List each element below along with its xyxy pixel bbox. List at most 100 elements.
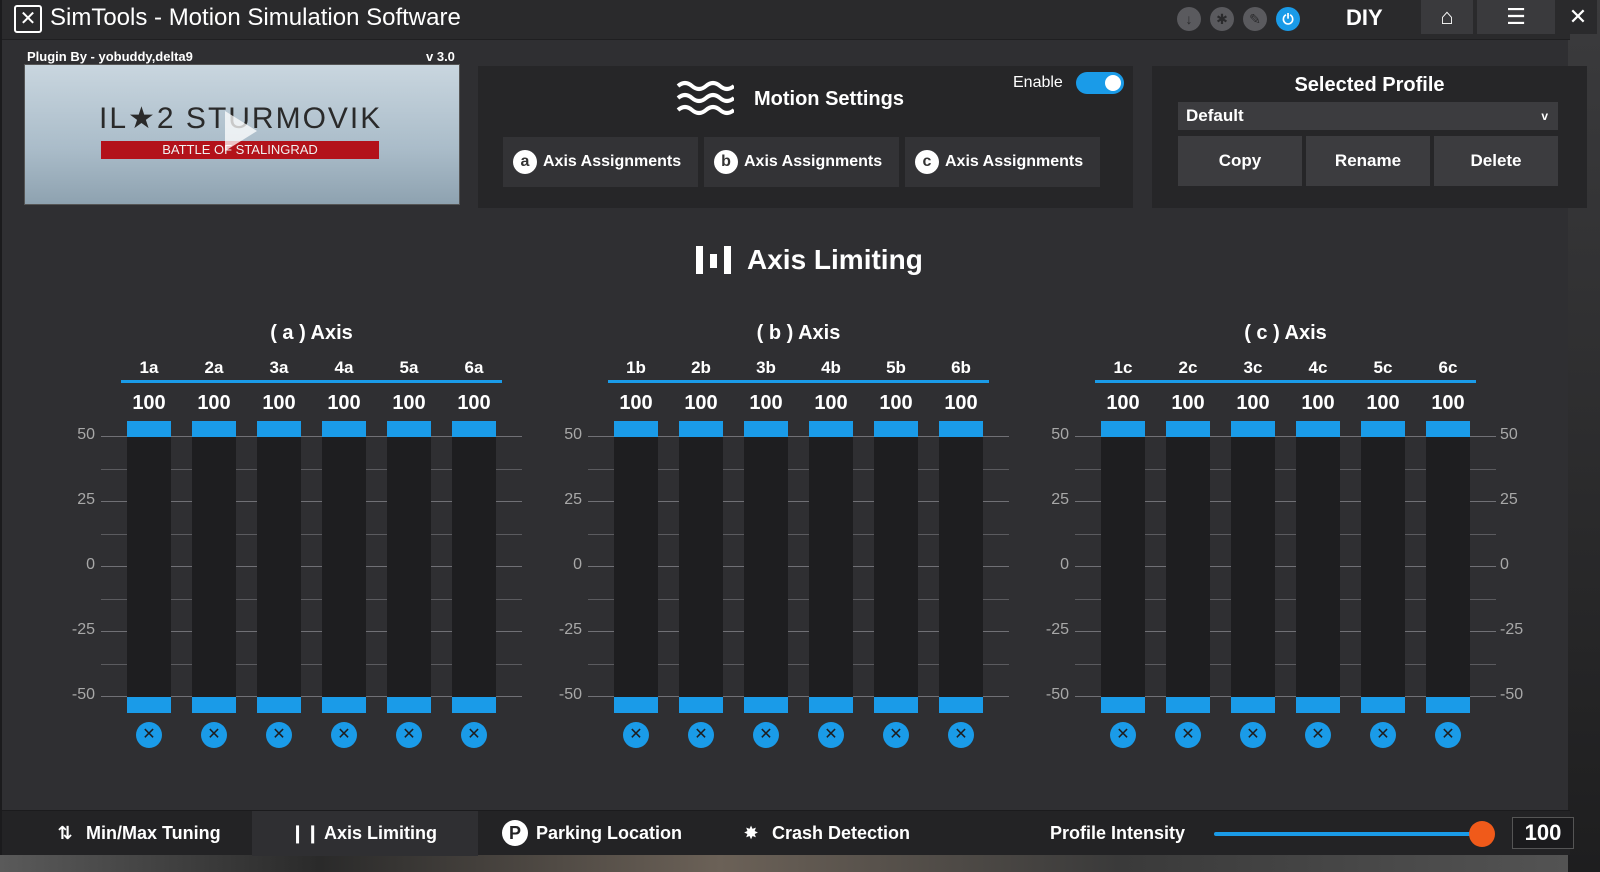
reset-icon[interactable]: ✕ xyxy=(136,722,162,748)
channel-limit-slider[interactable] xyxy=(1166,421,1210,713)
menu-button[interactable]: ☰ xyxy=(1477,0,1555,34)
channel-limit-slider[interactable] xyxy=(192,421,236,713)
lower-limit-handle[interactable] xyxy=(874,697,918,713)
axis-assignments-a-button[interactable]: a Axis Assignments xyxy=(503,137,698,187)
download-icon[interactable]: ↓ xyxy=(1177,7,1201,31)
copy-button[interactable]: Copy xyxy=(1178,136,1302,186)
profile-intensity-slider[interactable] xyxy=(1214,832,1482,836)
lower-limit-handle[interactable] xyxy=(939,697,983,713)
lower-limit-handle[interactable] xyxy=(322,697,366,713)
reset-icon[interactable]: ✕ xyxy=(201,722,227,748)
upper-limit-handle[interactable] xyxy=(744,421,788,437)
upper-limit-handle[interactable] xyxy=(452,421,496,437)
reset-icon[interactable]: ✕ xyxy=(1175,722,1201,748)
reset-icon[interactable]: ✕ xyxy=(948,722,974,748)
close-button[interactable]: ✕ xyxy=(1559,0,1597,34)
upper-limit-handle[interactable] xyxy=(939,421,983,437)
channel-limit-slider[interactable] xyxy=(1296,421,1340,713)
lower-limit-handle[interactable] xyxy=(1166,697,1210,713)
channel-limit-slider[interactable] xyxy=(939,421,983,713)
rename-button[interactable]: Rename xyxy=(1306,136,1430,186)
tab-axis-limiting[interactable]: ❙❙ Axis Limiting xyxy=(252,811,478,856)
reset-icon[interactable]: ✕ xyxy=(1240,722,1266,748)
reset-icon[interactable]: ✕ xyxy=(753,722,779,748)
lower-limit-handle[interactable] xyxy=(452,697,496,713)
upper-limit-handle[interactable] xyxy=(387,421,431,437)
reset-icon[interactable]: ✕ xyxy=(688,722,714,748)
upper-limit-handle[interactable] xyxy=(809,421,853,437)
upper-limit-handle[interactable] xyxy=(679,421,723,437)
channel-limit-slider[interactable] xyxy=(744,421,788,713)
enable-toggle[interactable] xyxy=(1076,72,1124,94)
upper-limit-handle[interactable] xyxy=(1296,421,1340,437)
lower-limit-handle[interactable] xyxy=(127,697,171,713)
power-icon[interactable]: ⏻ xyxy=(1276,7,1300,31)
reset-icon[interactable]: ✕ xyxy=(1370,722,1396,748)
upper-limit-handle[interactable] xyxy=(1101,421,1145,437)
gear-icon[interactable]: ✱ xyxy=(1210,7,1234,31)
lower-limit-handle[interactable] xyxy=(1231,697,1275,713)
lower-limit-handle[interactable] xyxy=(679,697,723,713)
profile-intensity-handle[interactable] xyxy=(1469,821,1495,847)
parking-icon: P xyxy=(502,820,528,846)
scale-label: -50 xyxy=(1045,686,1069,703)
channel-limit-slider[interactable] xyxy=(1231,421,1275,713)
reset-icon[interactable]: ✕ xyxy=(396,722,422,748)
diy-button[interactable]: DIY xyxy=(1346,5,1383,31)
channel-limit-slider[interactable] xyxy=(127,421,171,713)
channel-limit-slider[interactable] xyxy=(679,421,723,713)
lower-limit-handle[interactable] xyxy=(1296,697,1340,713)
lower-limit-handle[interactable] xyxy=(257,697,301,713)
channel-label: 1c xyxy=(1113,358,1133,377)
reset-icon[interactable]: ✕ xyxy=(818,722,844,748)
channel-limit-slider[interactable] xyxy=(1426,421,1470,713)
profile-select[interactable]: Default v xyxy=(1178,102,1558,130)
lower-limit-handle[interactable] xyxy=(1101,697,1145,713)
upper-limit-handle[interactable] xyxy=(127,421,171,437)
reset-icon[interactable]: ✕ xyxy=(331,722,357,748)
upper-limit-handle[interactable] xyxy=(1361,421,1405,437)
tab-parking-location[interactable]: P Parking Location xyxy=(502,811,682,856)
reset-icon[interactable]: ✕ xyxy=(461,722,487,748)
reset-icon[interactable]: ✕ xyxy=(1305,722,1331,748)
channel-limit-slider[interactable] xyxy=(322,421,366,713)
lower-limit-handle[interactable] xyxy=(192,697,236,713)
axis-assignments-c-button[interactable]: c Axis Assignments xyxy=(905,137,1100,187)
upper-limit-handle[interactable] xyxy=(1166,421,1210,437)
channel-limit-slider[interactable] xyxy=(809,421,853,713)
upper-limit-handle[interactable] xyxy=(614,421,658,437)
profile-intensity-value[interactable]: 100 xyxy=(1512,817,1574,849)
reset-icon[interactable]: ✕ xyxy=(883,722,909,748)
delete-button[interactable]: Delete xyxy=(1434,136,1558,186)
tab-crash-detection[interactable]: ✸ Crash Detection xyxy=(738,811,910,856)
channel-limit-slider[interactable] xyxy=(387,421,431,713)
channel-limit-slider[interactable] xyxy=(1361,421,1405,713)
reset-icon[interactable]: ✕ xyxy=(623,722,649,748)
upper-limit-handle[interactable] xyxy=(322,421,366,437)
home-button[interactable]: ⌂ xyxy=(1421,0,1473,34)
game-thumbnail[interactable]: IL★2 STURMOVIK BATTLE OF STALINGRAD xyxy=(24,64,460,205)
lower-limit-handle[interactable] xyxy=(809,697,853,713)
reset-icon[interactable]: ✕ xyxy=(266,722,292,748)
upper-limit-handle[interactable] xyxy=(1426,421,1470,437)
lower-limit-handle[interactable] xyxy=(744,697,788,713)
channel-limit-slider[interactable] xyxy=(614,421,658,713)
reset-icon[interactable]: ✕ xyxy=(1110,722,1136,748)
upper-limit-handle[interactable] xyxy=(874,421,918,437)
upper-limit-handle[interactable] xyxy=(192,421,236,437)
lower-limit-handle[interactable] xyxy=(1426,697,1470,713)
lower-limit-handle[interactable] xyxy=(614,697,658,713)
channel-limit-slider[interactable] xyxy=(452,421,496,713)
upper-limit-handle[interactable] xyxy=(1231,421,1275,437)
channel-limit-slider[interactable] xyxy=(874,421,918,713)
lower-limit-handle[interactable] xyxy=(387,697,431,713)
reset-icon[interactable]: ✕ xyxy=(1435,722,1461,748)
channel-limit-slider[interactable] xyxy=(1101,421,1145,713)
edit-icon[interactable]: ✎ xyxy=(1243,7,1267,31)
upper-limit-handle[interactable] xyxy=(257,421,301,437)
lower-limit-handle[interactable] xyxy=(1361,697,1405,713)
axis-assignments-b-button[interactable]: b Axis Assignments xyxy=(704,137,899,187)
tab-minmax-tuning[interactable]: ⇅ Min/Max Tuning xyxy=(52,811,220,856)
channel-limit-slider[interactable] xyxy=(257,421,301,713)
play-icon[interactable] xyxy=(225,111,257,151)
